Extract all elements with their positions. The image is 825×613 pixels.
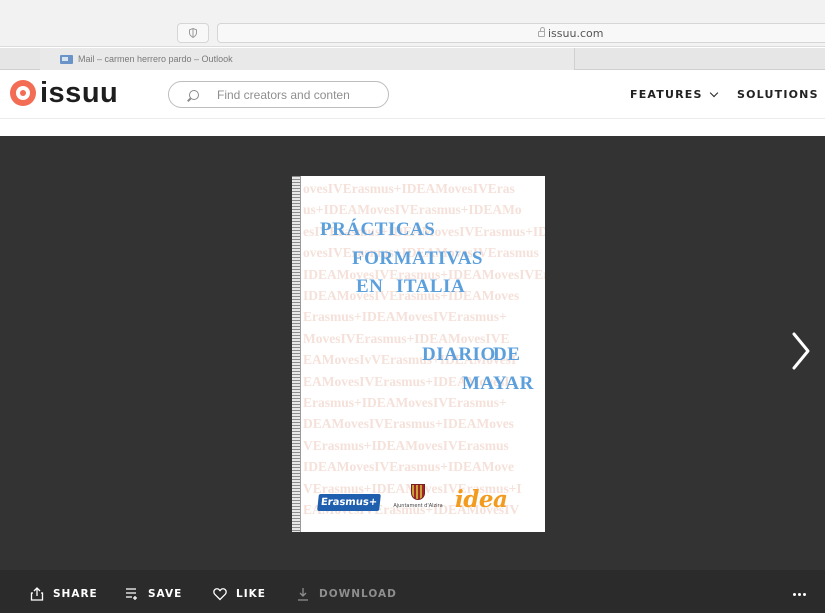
download-label: DOWNLOAD	[319, 588, 397, 600]
pattern-line: IDEAMovesIVErasmus+IDEAMove	[303, 459, 514, 475]
sponsor-logos: Erasmus+ Ajuntament d'Alzira idea	[316, 482, 538, 516]
site-header: issuu FEATURES SOLUTIONS	[0, 71, 825, 119]
search-input[interactable]	[217, 87, 387, 102]
save-list-icon	[126, 588, 137, 600]
title-formativas: FORMATIVAS	[352, 248, 483, 269]
like-button[interactable]: LIKE	[213, 587, 266, 601]
title-mayar: MAYAR	[462, 373, 534, 394]
tab-bar: Mail – carmen herrero pardo – Outlook	[0, 48, 825, 70]
document-page[interactable]: ovesIVErasmus+IDEAMovesIVEras us+IDEAMove…	[292, 176, 545, 532]
erasmus-logo: Erasmus+	[317, 494, 381, 511]
crest-icon	[411, 484, 425, 500]
ajuntament-logo: Ajuntament d'Alzira	[390, 484, 446, 518]
url-text: issuu.com	[548, 27, 604, 40]
title-practicas: PRÁCTICAS	[320, 219, 436, 240]
issuu-logo-icon	[10, 80, 36, 106]
save-button[interactable]: SAVE	[125, 587, 182, 601]
outlook-mail-icon	[60, 54, 73, 64]
logo-text: issuu	[40, 77, 119, 109]
search-icon	[189, 89, 199, 100]
pattern-line: Erasmus+IDEAMovesIVErasmus+	[303, 395, 507, 411]
nav-features-label: FEATURES	[630, 88, 703, 101]
spiral-binding	[292, 176, 301, 532]
browser-tab-outlook[interactable]: Mail – carmen herrero pardo – Outlook	[40, 48, 575, 70]
download-button[interactable]: DOWNLOAD	[296, 587, 397, 601]
nav-features[interactable]: FEATURES	[630, 88, 718, 101]
pattern-line: VErasmus+IDEAMovesIVErasmus	[303, 437, 509, 453]
idea-logo: idea	[455, 486, 508, 513]
save-label: SAVE	[148, 588, 183, 600]
next-page-arrow-icon[interactable]	[786, 331, 814, 371]
nav-solutions[interactable]: SOLUTIONS	[737, 88, 825, 101]
pattern-line: Erasmus+IDEAMovesIVErasmus+	[303, 309, 507, 325]
document-viewer: ovesIVErasmus+IDEAMovesIVEras us+IDEAMove…	[0, 136, 825, 570]
title-de: DE	[493, 344, 521, 365]
pattern-line: DEAMovesIVErasmus+IDEAMoves	[303, 416, 514, 432]
share-icon	[30, 587, 44, 601]
share-label: SHARE	[53, 588, 98, 600]
heart-icon	[213, 588, 227, 601]
more-options-icon[interactable]	[793, 593, 806, 596]
search-box[interactable]	[168, 81, 389, 108]
ajuntament-text: Ajuntament d'Alzira	[393, 503, 443, 509]
url-display: issuu.com	[538, 27, 603, 40]
reader-toolbar: SHARE SAVE LIKE DOWNLOAD	[0, 570, 825, 613]
browser-toolbar: issuu.com	[0, 0, 825, 47]
tab-title: Mail – carmen herrero pardo – Outlook	[78, 54, 233, 64]
title-diario: DIARIO	[422, 344, 496, 365]
address-bar[interactable]: issuu.com	[217, 23, 825, 43]
title-en: EN	[356, 276, 384, 297]
like-label: LIKE	[236, 588, 266, 600]
shield-icon	[189, 28, 197, 38]
pattern-line: us+IDEAMovesIVErasmus+IDEAMo	[303, 202, 522, 218]
pattern-line: ovesIVErasmus+IDEAMovesIVEras	[303, 181, 515, 196]
title-italia: ITALIA	[396, 276, 466, 297]
issuu-logo[interactable]: issuu	[10, 77, 119, 109]
download-icon	[298, 588, 308, 601]
chevron-down-icon	[709, 88, 718, 97]
lock-icon	[538, 27, 545, 37]
share-button[interactable]: SHARE	[30, 587, 98, 601]
privacy-shield-button[interactable]	[177, 23, 209, 43]
nav-solutions-label: SOLUTIONS	[737, 88, 819, 101]
